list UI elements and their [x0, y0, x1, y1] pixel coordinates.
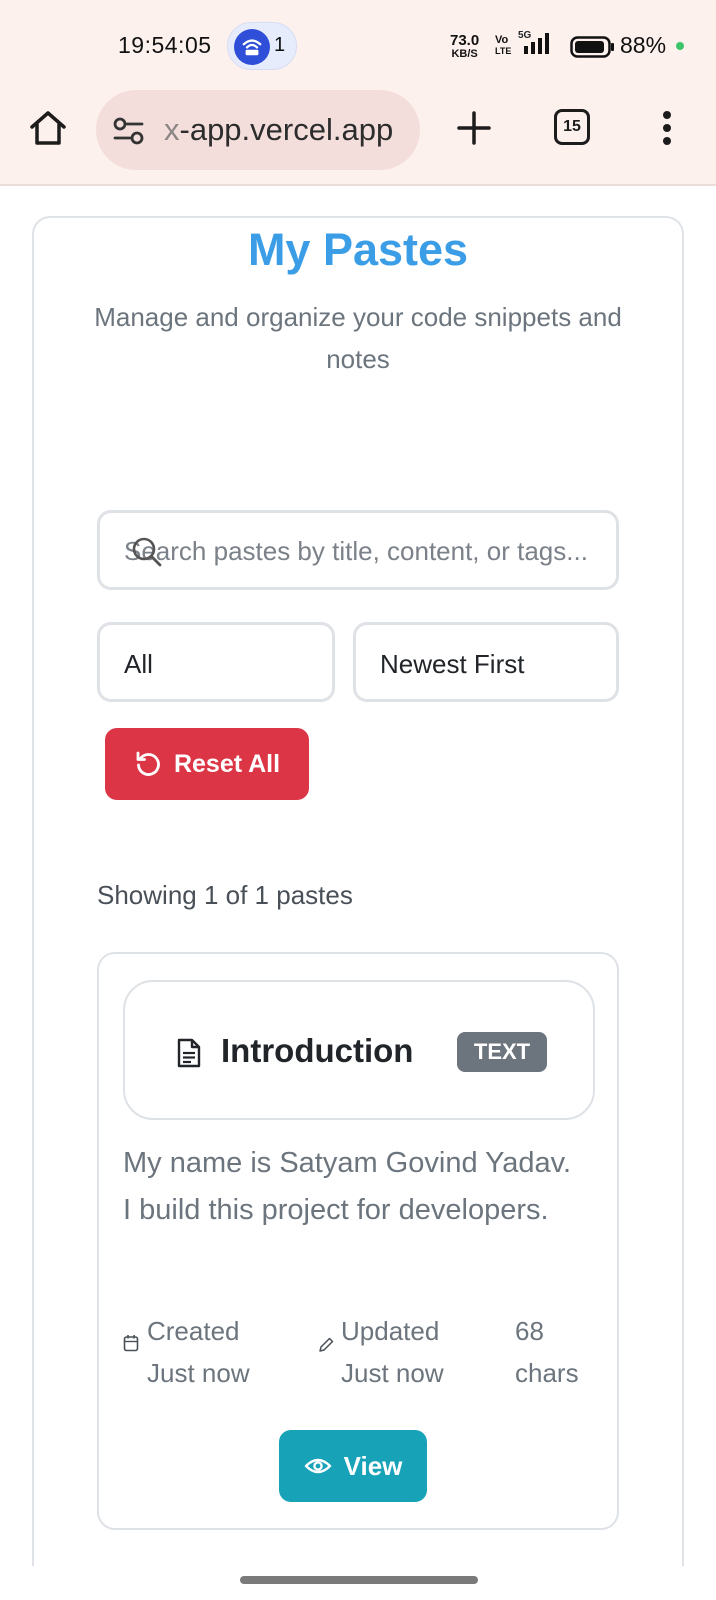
volte-indicator: Vo LTE	[495, 34, 512, 57]
type-filter-value: All	[124, 649, 153, 679]
calendar-icon	[123, 1334, 139, 1357]
privacy-dot-indicator	[676, 42, 684, 50]
status-time: 19:54:05	[118, 32, 212, 58]
tab-count: 15	[563, 118, 581, 135]
reset-icon	[136, 751, 160, 776]
net-speed: 73.0 KB/S	[450, 32, 480, 60]
plus-icon	[457, 111, 491, 145]
sort-value: Newest First	[380, 649, 525, 679]
browser-toolbar: x-app.vercel.app 15	[0, 84, 716, 186]
pencil-icon	[317, 1336, 335, 1359]
created-value: Just now	[147, 1358, 250, 1388]
created-label: Created	[147, 1316, 240, 1346]
wifi-router-icon	[234, 29, 270, 65]
created-meta: Created Just now	[147, 1310, 250, 1394]
search-placeholder: Search pastes by title, content, or tags…	[124, 536, 588, 566]
paste-card: Introduction TEXT My name is Satyam Govi…	[97, 952, 619, 1530]
view-button[interactable]: View	[279, 1430, 427, 1502]
eye-icon	[304, 1458, 331, 1474]
paste-title[interactable]: Introduction	[221, 1032, 413, 1070]
address-bar[interactable]: x-app.vercel.app	[96, 90, 420, 170]
reset-all-label: Reset All	[173, 749, 281, 778]
updated-meta: Updated Just now	[341, 1310, 444, 1394]
tab-switcher-button[interactable]: 15	[554, 109, 590, 145]
battery-icon	[570, 36, 616, 63]
status-bar: 19:54:05 1 73.0 KB/S Vo LTE 5G 88%	[0, 0, 716, 84]
char-count: 68	[515, 1316, 544, 1346]
paste-preview: My name is Satyam Govind Yadav. I build …	[123, 1147, 572, 1226]
language-badge: TEXT	[457, 1032, 547, 1072]
more-vert-icon	[663, 111, 671, 145]
results-count: Showing 1 of 1 pastes	[97, 880, 353, 910]
page-subtitle: Manage and organize your code snippets a…	[94, 302, 622, 374]
more-menu-button[interactable]	[652, 106, 682, 150]
url-text: x-app.vercel.app	[164, 112, 394, 147]
paste-card-header: Introduction TEXT	[123, 980, 595, 1120]
char-count-label: chars	[515, 1358, 579, 1388]
search-icon	[130, 535, 164, 574]
notification-count: 1	[274, 34, 286, 56]
view-label: View	[343, 1450, 403, 1481]
type-filter-select[interactable]: All	[97, 622, 335, 702]
battery-percent: 88%	[620, 32, 667, 58]
updated-label: Updated	[341, 1316, 440, 1346]
reset-all-button[interactable]: Reset All	[105, 728, 309, 800]
search-input[interactable]: Search pastes by title, content, or tags…	[97, 510, 619, 590]
site-settings-icon[interactable]	[112, 116, 146, 151]
home-indicator[interactable]	[240, 1576, 478, 1584]
sort-select[interactable]: Newest First	[353, 622, 619, 702]
notification-pill[interactable]: 1	[227, 22, 297, 70]
char-count-meta: 68 chars	[515, 1310, 579, 1394]
page-title: My Pastes	[247, 224, 469, 275]
updated-value: Just now	[341, 1358, 444, 1388]
home-button[interactable]	[26, 106, 70, 150]
document-icon	[177, 1038, 201, 1073]
new-tab-button[interactable]	[452, 106, 496, 150]
home-icon	[30, 111, 66, 145]
